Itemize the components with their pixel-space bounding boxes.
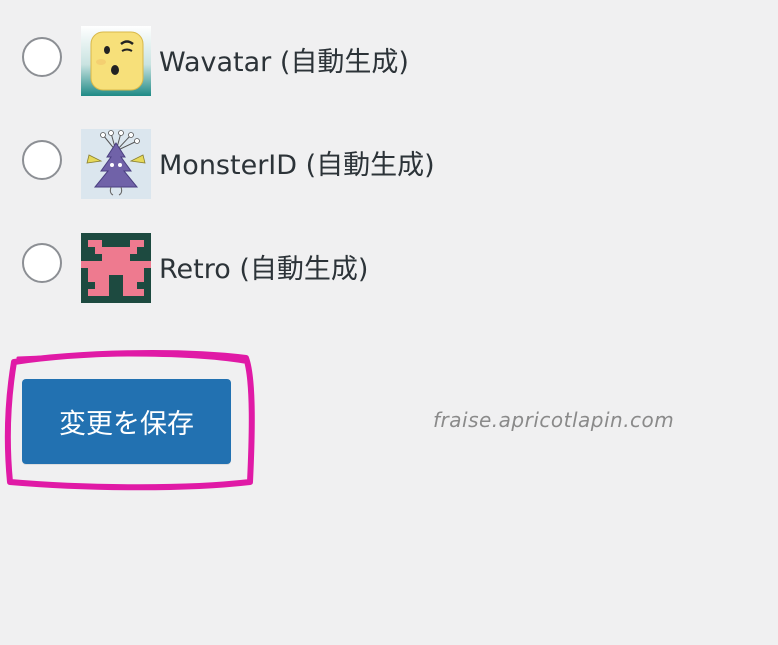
option-label-retro: Retro (自動生成) [159, 254, 369, 285]
option-label-wavatar: Wavatar (自動生成) [159, 47, 409, 78]
radio-monsterid[interactable] [22, 140, 62, 180]
watermark-text: fraise.apricotlapin.com [433, 408, 675, 432]
save-changes-button[interactable]: 変更を保存 [22, 379, 231, 464]
radio-retro[interactable] [22, 243, 62, 283]
option-label-monsterid: MonsterID (自動生成) [159, 150, 435, 181]
radio-wavatar[interactable] [22, 37, 62, 77]
retro-pixel-icon [81, 233, 151, 303]
monsterid-monster-icon [81, 129, 151, 199]
highlight-annotation [4, 350, 255, 491]
wavatar-face-icon [81, 26, 151, 96]
